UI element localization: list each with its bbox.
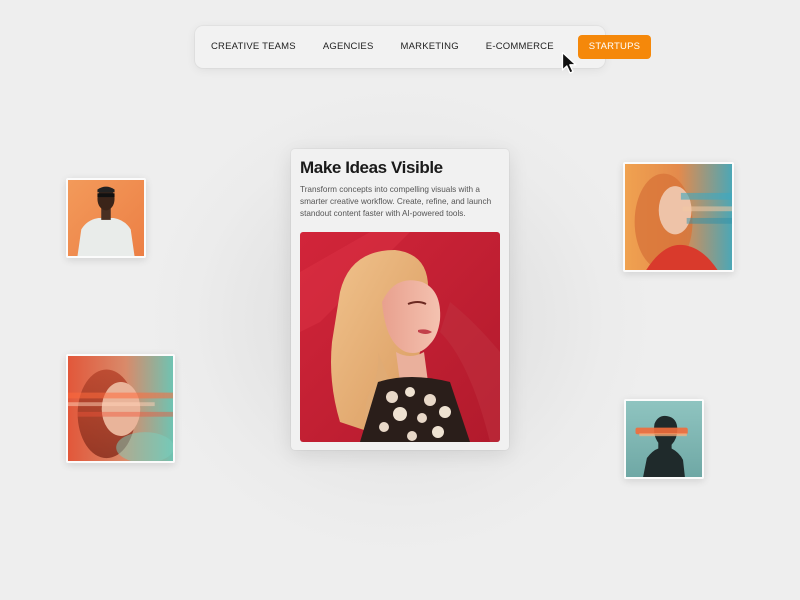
category-nav: CREATIVE TEAMS AGENCIES MARKETING E-COMM… (195, 26, 652, 68)
feature-card: Make Ideas Visible Transform concepts in… (291, 149, 509, 450)
card-hero-image (300, 232, 500, 442)
portrait-thumbnail-woman-teal[interactable] (623, 162, 734, 272)
portrait-thumbnail-man-orange[interactable] (66, 178, 146, 258)
nav-item-marketing[interactable]: MARKETING (397, 35, 463, 59)
portrait-thumbnail-silhouette-streak[interactable] (624, 399, 704, 479)
nav-item-startups[interactable]: STARTUPS (577, 35, 652, 59)
portrait-thumbnail-woman-blur[interactable] (66, 354, 175, 463)
nav-item-creative-teams[interactable]: CREATIVE TEAMS (207, 35, 300, 59)
card-description: Transform concepts into compelling visua… (300, 185, 492, 219)
arrow-cursor-icon (561, 51, 577, 74)
nav-item-agencies[interactable]: AGENCIES (319, 35, 378, 59)
card-title: Make Ideas Visible (300, 158, 443, 177)
nav-item-e-commerce[interactable]: E-COMMERCE (482, 35, 558, 59)
